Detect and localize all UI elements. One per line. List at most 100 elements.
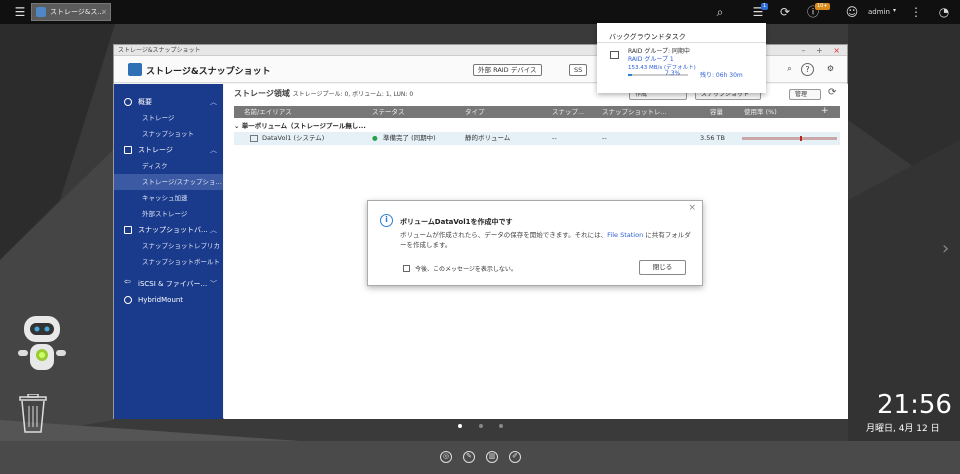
volume-snapshot-replica: -- — [602, 134, 607, 142]
dont-show-label[interactable]: 今後、このメッセージを表示しない。 — [415, 264, 517, 273]
table-header: 名前/エイリアス ステータス タイプ スナップ... スナップショットレ... … — [234, 106, 840, 118]
volume-snapshots: -- — [552, 134, 557, 142]
close-icon[interactable]: × — [101, 4, 107, 20]
snapshot-icon — [124, 226, 132, 234]
user-icon[interactable]: ☺ — [844, 4, 860, 20]
sidebar-item-storage-overview[interactable]: ストレージ — [114, 110, 223, 126]
raid-icon — [610, 51, 619, 59]
chevron-up-icon: ︿ — [210, 98, 217, 106]
col-snapshot-replica[interactable]: スナップショットレ... — [602, 106, 667, 118]
app-name: ストレージ&スナップショット — [146, 67, 271, 77]
helper-robot-icon[interactable] — [14, 312, 70, 376]
volume-capacity: 3.56 TB — [700, 134, 725, 142]
page-dot[interactable] — [458, 424, 462, 428]
desktop: ☰ ストレージ&ス... × ⌕ ☰ 1 ⟳ ⓘ 10+ ☺ admin ▾ ⋮… — [0, 0, 960, 474]
ready-status-icon: ● — [372, 134, 378, 142]
task-remaining: 残り: 06h 30m — [700, 72, 743, 79]
sidebar-item-snapshot-replica[interactable]: スナップショットレプリカ — [114, 238, 223, 254]
volume-name: DataVol1 (システム) — [262, 134, 325, 142]
file-station-link[interactable]: File Station — [607, 231, 643, 239]
clock-time: 21:56 — [877, 390, 952, 420]
page-dot[interactable] — [499, 424, 503, 428]
chevron-down-icon: ﹀ — [210, 280, 217, 288]
clock-date: 月曜日, 4月 12 日 — [866, 424, 940, 434]
add-column-icon[interactable]: + — [821, 106, 829, 117]
sidebar-item-snapshot-overview[interactable]: スナップショット — [114, 126, 223, 142]
taskbar-tab-storage[interactable]: ストレージ&ス... × — [31, 3, 111, 21]
table-row[interactable]: DataVol1 (システム) ● 準備完了 (同期中) 静的ボリューム -- … — [234, 132, 840, 145]
dont-show-checkbox[interactable] — [403, 265, 410, 272]
sidebar-section-storage[interactable]: ストレージ ︿ — [114, 142, 223, 158]
sidebar-item-storage-snapshots[interactable]: ストレージ/スナップショ... — [114, 174, 223, 190]
more-icon[interactable]: ⋮ — [908, 4, 924, 20]
page-title: ストレージ領域 ストレージプール: 0, ボリューム: 1, LUN: 0 — [234, 89, 414, 98]
next-page-chevron-icon[interactable]: › — [942, 238, 949, 259]
volume-icon — [250, 135, 258, 142]
sidebar-section-overview[interactable]: 概要 ︿ — [114, 94, 223, 110]
notification-badge: 10+ — [815, 3, 830, 10]
manage-button[interactable]: 管理 — [789, 89, 821, 100]
storage-icon — [124, 146, 132, 154]
storage-app-logo-icon — [128, 63, 142, 76]
dock-edit-icon[interactable]: ✐ — [509, 451, 521, 463]
info-dialog: × i ボリュームDataVol1を作成中です ボリュームが作成されたら、データ… — [367, 200, 703, 286]
dock: ◎ ✎ ▥ ✐ — [0, 441, 960, 474]
trash-icon[interactable] — [18, 394, 48, 434]
close-icon[interactable]: × — [688, 203, 696, 213]
task-speed: 153.43 MB/s (デフォルト) — [628, 65, 696, 71]
storage-app-icon — [36, 7, 46, 17]
dashboard-icon[interactable]: ◔ — [936, 4, 952, 20]
sidebar-section-snapshot-backup[interactable]: スナップショットバ... ︿ — [114, 222, 223, 238]
info-icon: i — [380, 214, 393, 227]
top-bar: ☰ ストレージ&ス... × ⌕ ☰ 1 ⟳ ⓘ 10+ ☺ admin ▾ ⋮… — [0, 0, 960, 24]
dock-apps-icon[interactable]: ▥ — [486, 451, 498, 463]
col-type[interactable]: タイプ — [465, 106, 485, 118]
sidebar-section-iscsi[interactable]: ⇦ iSCSI & ファイバー... ﹀ — [114, 276, 223, 292]
col-status[interactable]: ステータス — [372, 106, 405, 118]
chevron-down-icon: ⌄ — [234, 122, 242, 130]
hybridmount-icon — [124, 296, 132, 304]
dock-tools-icon[interactable]: ✎ — [463, 451, 475, 463]
user-name[interactable]: admin — [868, 8, 890, 16]
sidebar-item-disks[interactable]: ディスク — [114, 158, 223, 174]
background-task-panel: バックグラウンドタスク RAID グループ: 同期中 RAID グループ 1 1… — [597, 23, 766, 93]
sidebar-item-snapshot-vault[interactable]: スナップショットボールト — [114, 254, 223, 270]
col-capacity[interactable]: 容量 — [710, 106, 723, 118]
sync-icon[interactable]: ⟳ — [777, 4, 793, 20]
group-header[interactable]: ⌄ 単一ボリューム（ストレージプール無し... — [234, 120, 840, 132]
external-raid-button[interactable]: 外部 RAID デバイス — [473, 64, 542, 76]
dock-app-icon[interactable]: ◎ — [440, 451, 452, 463]
refresh-icon[interactable]: ⟳ — [828, 87, 836, 98]
chevron-up-icon: ︿ — [210, 146, 217, 154]
volume-type: 静的ボリューム — [465, 134, 511, 142]
page-dot[interactable] — [479, 424, 483, 428]
task-name[interactable]: RAID グループ 1 — [628, 54, 674, 63]
usage-bar — [742, 137, 837, 140]
sidebar-item-external-storage[interactable]: 外部ストレージ — [114, 206, 223, 222]
settings-gear-icon[interactable]: ⚙ — [824, 63, 837, 76]
taskbar-tab-label: ストレージ&ス... — [50, 8, 104, 16]
window-controls[interactable]: – + × — [802, 45, 845, 56]
close-button[interactable]: 閉じる — [639, 260, 686, 275]
dialog-title: ボリュームDataVol1を作成中です — [400, 218, 513, 226]
search-icon[interactable]: ⌕ — [712, 4, 728, 20]
ssd-button[interactable]: SS — [569, 64, 588, 76]
overview-icon — [124, 98, 132, 106]
col-name[interactable]: 名前/エイリアス — [244, 106, 292, 118]
dialog-message: ボリュームが作成されたら、データの保存を開始できます。それには、File Sta… — [400, 231, 691, 249]
sidebar: 概要 ︿ ストレージ スナップショット ストレージ ︿ ディスク ストレージ/スナッ… — [114, 84, 223, 419]
inspect-icon[interactable]: ⌕ — [783, 63, 796, 76]
background-task-title: バックグラウンドタスク — [609, 33, 686, 41]
sidebar-section-hybridmount[interactable]: HybridMount — [114, 292, 223, 308]
chevron-down-icon[interactable]: ▾ — [893, 7, 896, 14]
sidebar-item-cache[interactable]: キャッシュ加速 — [114, 190, 223, 206]
usage-marker — [800, 136, 802, 141]
main-menu-icon[interactable]: ☰ — [12, 4, 28, 20]
col-snapshot[interactable]: スナップ... — [552, 106, 584, 118]
task-progress-fill — [628, 74, 633, 76]
tasks-badge: 1 — [761, 3, 769, 10]
help-icon[interactable]: ? — [801, 63, 814, 76]
col-usage[interactable]: 使用率 (%) — [744, 106, 777, 118]
volume-status: 準備完了 (同期中) — [383, 134, 436, 142]
storage-summary: ストレージプール: 0, ボリューム: 1, LUN: 0 — [292, 91, 414, 98]
